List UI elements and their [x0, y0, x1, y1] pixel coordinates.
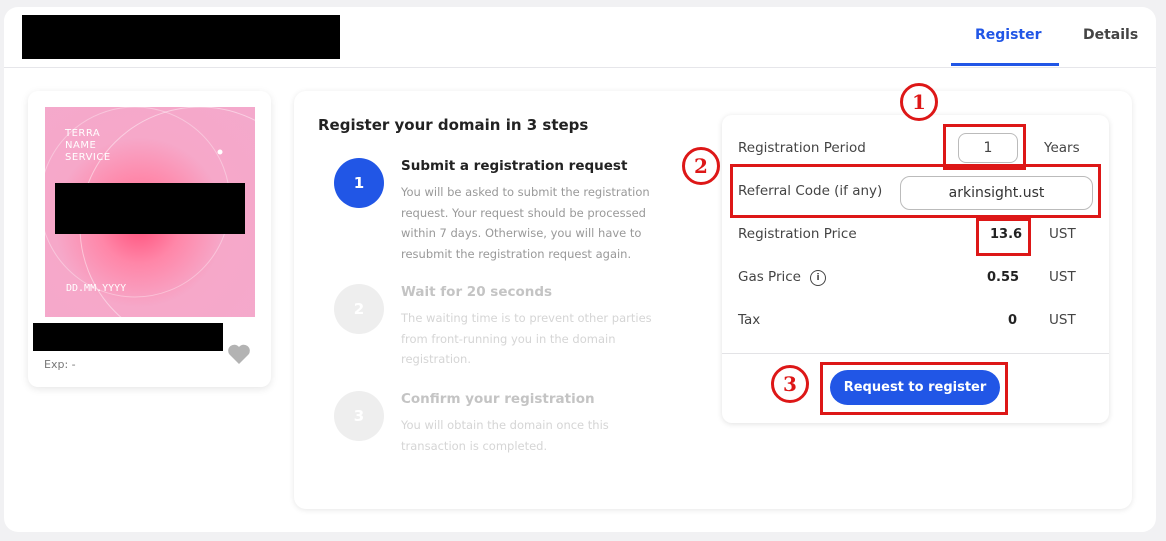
nft-brand-line: NAME	[65, 140, 97, 151]
annotation-marker-1: 1	[900, 83, 938, 121]
step-description: You will be asked to submit the registra…	[401, 185, 650, 261]
tax-unit: UST	[1049, 312, 1076, 328]
tax-label: Tax	[738, 312, 761, 328]
gas-label: Gas Price	[738, 269, 801, 285]
step-number: 2	[334, 284, 384, 334]
nft-brand-line: SERVICE	[65, 152, 111, 163]
nft-card: TERRA NAME SERVICE DD.MM.YYYY Exp: -	[28, 91, 271, 387]
step-number: 1	[334, 158, 384, 208]
price-label: Registration Price	[738, 226, 857, 242]
expiry-text: Exp: -	[44, 358, 76, 371]
annotation-box-price	[976, 218, 1031, 256]
gas-value: 0.55	[987, 270, 1020, 285]
redacted-nft-name	[55, 183, 245, 234]
annotation-marker-3: 3	[771, 365, 809, 403]
step-description: You will obtain the domain once this tra…	[401, 418, 609, 453]
header: Register Details	[4, 7, 1156, 68]
price-unit: UST	[1049, 226, 1076, 242]
period-label: Registration Period	[738, 140, 866, 156]
gas-unit: UST	[1049, 269, 1076, 285]
annotation-marker-2: 2	[682, 147, 720, 185]
redacted-domain-title	[22, 15, 340, 59]
nft-brand-line: TERRA	[65, 128, 101, 139]
tab-details[interactable]: Details	[1083, 27, 1138, 43]
nft-date: DD.MM.YYYY	[66, 283, 127, 294]
active-tab-indicator	[951, 63, 1059, 66]
annotation-box-button	[820, 362, 1008, 415]
step-description: The waiting time is to prevent other par…	[401, 311, 652, 366]
nft-brand: TERRA NAME SERVICE	[65, 128, 111, 164]
step-number: 3	[334, 391, 384, 441]
steps-title: Register your domain in 3 steps	[318, 116, 589, 134]
redacted-domain-label	[33, 323, 223, 351]
nft-image: TERRA NAME SERVICE DD.MM.YYYY	[45, 107, 255, 317]
step-title: Submit a registration request	[401, 158, 628, 174]
step-title: Wait for 20 seconds	[401, 284, 553, 300]
period-unit: Years	[1044, 140, 1080, 156]
tab-register[interactable]: Register	[975, 27, 1042, 43]
divider	[722, 353, 1109, 354]
tax-value: 0	[1008, 313, 1018, 328]
info-icon[interactable]: i	[810, 270, 826, 286]
annotation-box-referral	[730, 164, 1101, 218]
step-title: Confirm your registration	[401, 391, 595, 407]
heart-icon[interactable]	[227, 343, 251, 365]
